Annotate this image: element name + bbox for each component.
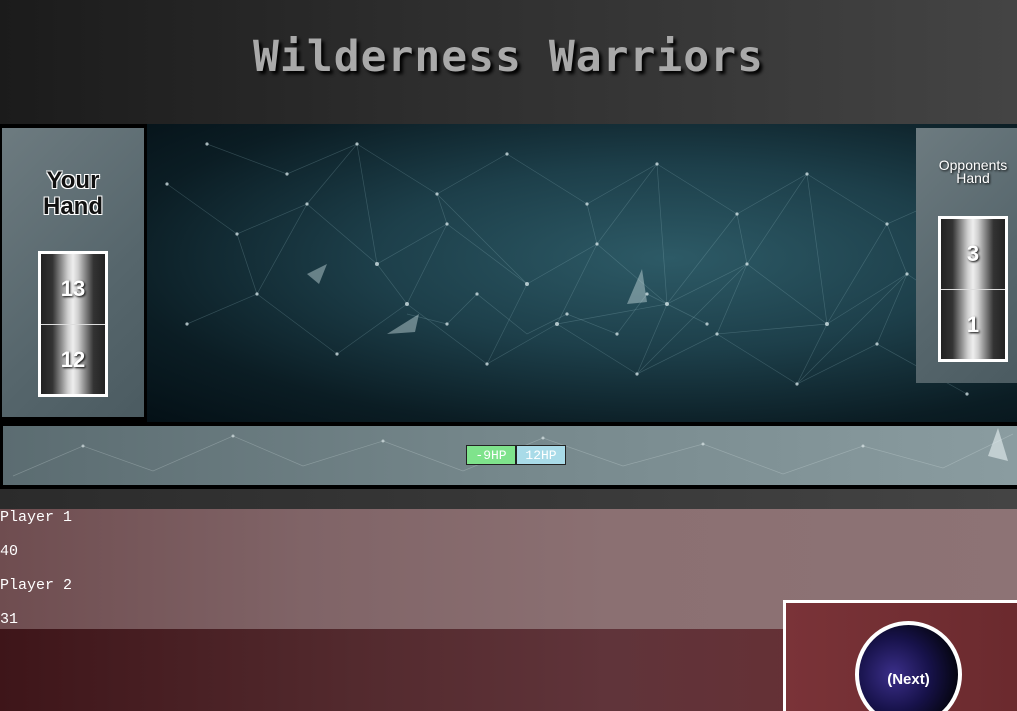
your-hand-title-line2: Hand [43, 193, 103, 220]
game-title: Wilderness Warriors [253, 32, 764, 82]
your-card[interactable]: 12 [41, 324, 105, 394]
your-card-stack: 13 12 [38, 251, 108, 397]
divider-bar [0, 489, 1017, 509]
player1-name: Player 1 [0, 509, 73, 526]
network-background [165, 142, 999, 396]
player1-score: 40 [0, 543, 19, 560]
header-bar: Wilderness Warriors [0, 0, 1017, 124]
battlefield [147, 124, 1017, 422]
player2-name: Player 2 [0, 577, 73, 594]
opponent-hand-title-line2: Hand [956, 170, 990, 186]
opponent-hand-title: Opponents Hand [918, 158, 1017, 186]
your-hand-title: Your Hand [2, 168, 144, 220]
right-hp-badge: 12HP [516, 445, 566, 465]
player2-score: 31 [0, 611, 19, 628]
left-hp-badge: -9HP [466, 445, 516, 465]
opponent-card-stack: 3 1 [938, 216, 1008, 362]
opponent-card: 1 [941, 289, 1005, 359]
your-card[interactable]: 13 [41, 254, 105, 324]
next-button-label: (Next) [887, 671, 930, 688]
opponent-card: 3 [941, 219, 1005, 289]
your-hand-title-line1: Your [46, 167, 100, 194]
